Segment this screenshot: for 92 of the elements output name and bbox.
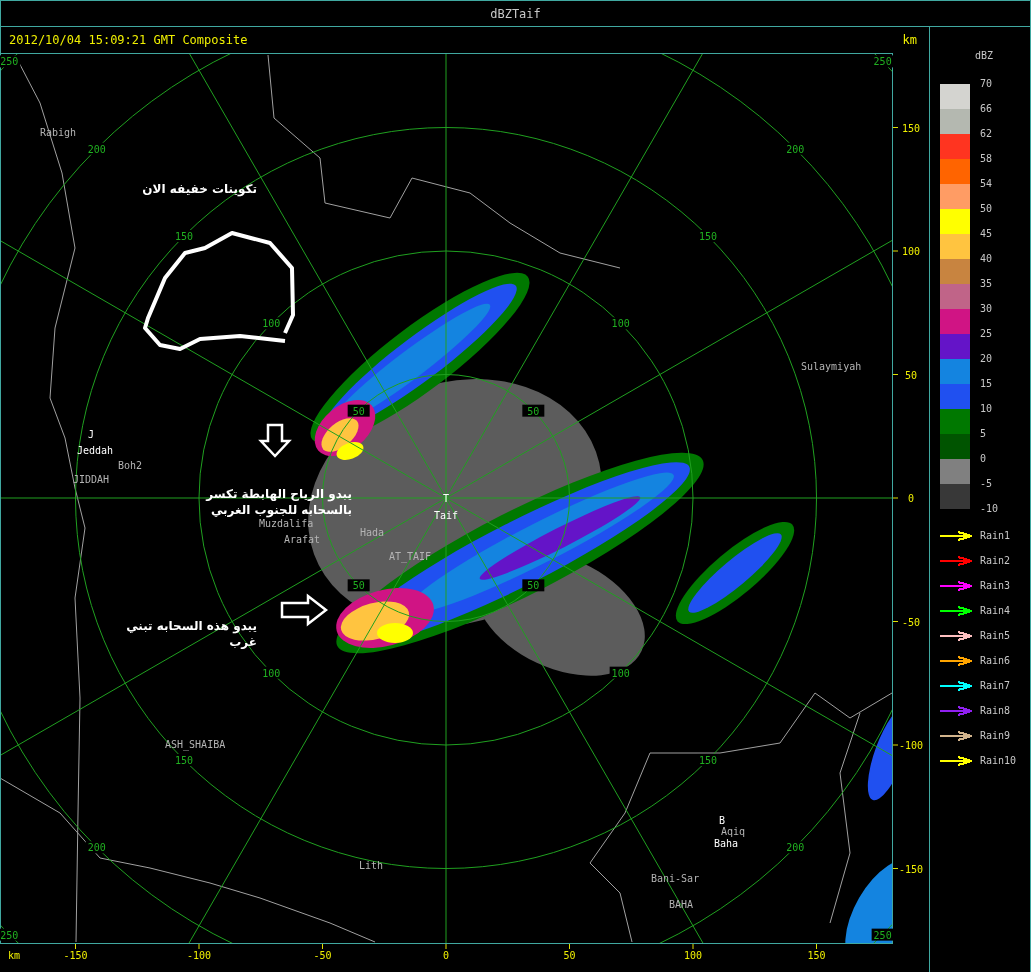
scale-label: 0 [980, 453, 987, 465]
axis-tick-label: 150 [901, 122, 921, 134]
scale-label: 30 [980, 303, 993, 315]
axis-tick-label: 150 [807, 950, 826, 961]
place-label: BAHA [669, 899, 694, 910]
place-label: B [719, 815, 725, 826]
range-label: 100 [611, 318, 630, 330]
place-label: ASH_SHAIBA [165, 739, 226, 750]
range-label: 50 [527, 580, 540, 592]
scale-label: 58 [980, 153, 993, 165]
scale-label: 25 [980, 328, 993, 340]
scale-label: 5 [980, 428, 987, 440]
track-label: Rain4 [980, 605, 1011, 616]
place-label: Arafat [284, 534, 321, 545]
axis-tick-label: 50 [563, 950, 576, 961]
axis-tick-label: -50 [313, 950, 332, 961]
range-label: 150 [698, 231, 717, 242]
axis-tick-label: -100 [898, 740, 924, 751]
range-label: 250 [0, 56, 19, 68]
legend-title: dBZ [973, 49, 995, 63]
scale-label: 10 [980, 403, 993, 415]
range-label: 200 [87, 842, 106, 854]
range-label: 50 [352, 580, 365, 592]
axis-tick-label: -150 [898, 863, 924, 875]
scale-label: -5 [980, 478, 993, 490]
place-label: Sulaymiyah [801, 361, 862, 372]
annotation-text: يبدو هذه السحابه تبني [126, 619, 257, 633]
track-label: Rain6 [980, 655, 1011, 666]
range-label: 50 [352, 405, 365, 417]
place-label: Rabigh [40, 127, 77, 138]
track-label: Rain5 [980, 630, 1011, 641]
arrow-icon [280, 593, 329, 627]
window-title: dBZTaif [490, 6, 541, 21]
range-label: 100 [262, 318, 281, 330]
place-label: Bani-Sar [651, 873, 700, 884]
axis-tick-label: -100 [186, 950, 212, 961]
axis-tick-label: 0 [908, 493, 914, 504]
range-label: 200 [87, 143, 106, 155]
axis-tick-label: -50 [901, 616, 921, 628]
track-label: Rain7 [980, 680, 1011, 691]
range-label: 150 [175, 755, 194, 766]
range-label: 250 [873, 56, 892, 68]
track-label: Rain8 [980, 705, 1011, 716]
scale-label: 70 [980, 78, 993, 90]
range-label: 200 [786, 842, 805, 854]
timestamp-label: 2012/10/04 15:09:21 GMT Composite [9, 33, 248, 47]
range-label: 150 [175, 231, 194, 242]
axis-tick-label: -150 [63, 950, 88, 961]
place-label: J [88, 429, 94, 440]
place-label: Aqiq [721, 826, 746, 837]
range-label: 100 [611, 667, 630, 679]
place-label: Hada [360, 527, 385, 538]
track-label: Rain2 [980, 555, 1011, 566]
place-label: AT_TAIF [389, 551, 432, 562]
annotation-text: غرب [229, 635, 257, 649]
arrow-icon [258, 423, 292, 458]
scale-label: 20 [980, 353, 993, 365]
track-label: Rain3 [980, 580, 1011, 591]
range-label: 250 [873, 929, 892, 941]
scale-label: 50 [980, 203, 993, 215]
scale-label: 15 [980, 378, 993, 390]
axis-tick-label: 0 [443, 950, 449, 961]
range-label: 200 [786, 143, 805, 155]
scale-label: -10 [980, 503, 999, 515]
scale-label: 62 [980, 128, 993, 140]
axis-tick-label: 50 [905, 369, 917, 381]
range-label: 250 [0, 929, 19, 941]
range-label: 150 [698, 755, 717, 766]
place-label: Boh2 [118, 460, 143, 471]
place-label: JIDDAH [73, 474, 110, 485]
annotation-text: تكوينات خفيفه الان [142, 182, 257, 196]
axis-unit-label: km [902, 33, 917, 47]
axis-tick-label: 100 [683, 950, 703, 961]
place-label: Jeddah [77, 445, 114, 456]
axis-unit-label: km [8, 950, 21, 961]
track-label: Rain9 [980, 730, 1011, 741]
range-label: 100 [262, 667, 281, 679]
annotation-text: يبدو الرياح الهابطة تكسر [206, 487, 352, 501]
track-label: Rain10 [980, 755, 1017, 766]
scale-label: 45 [980, 228, 993, 240]
scale-label: 66 [980, 103, 993, 115]
scale-label: 54 [980, 178, 993, 190]
scale-label: 40 [980, 253, 993, 265]
track-label: Rain1 [980, 530, 1011, 541]
range-label: 50 [527, 405, 540, 417]
place-label: Taif [434, 510, 459, 521]
scale-label: 35 [980, 278, 993, 290]
place-label: Muzdalifa [259, 518, 314, 529]
place-label: T [443, 493, 449, 504]
place-label: Lith [359, 860, 384, 871]
axis-tick-label: 100 [901, 246, 921, 257]
place-label: Baha [714, 838, 739, 849]
